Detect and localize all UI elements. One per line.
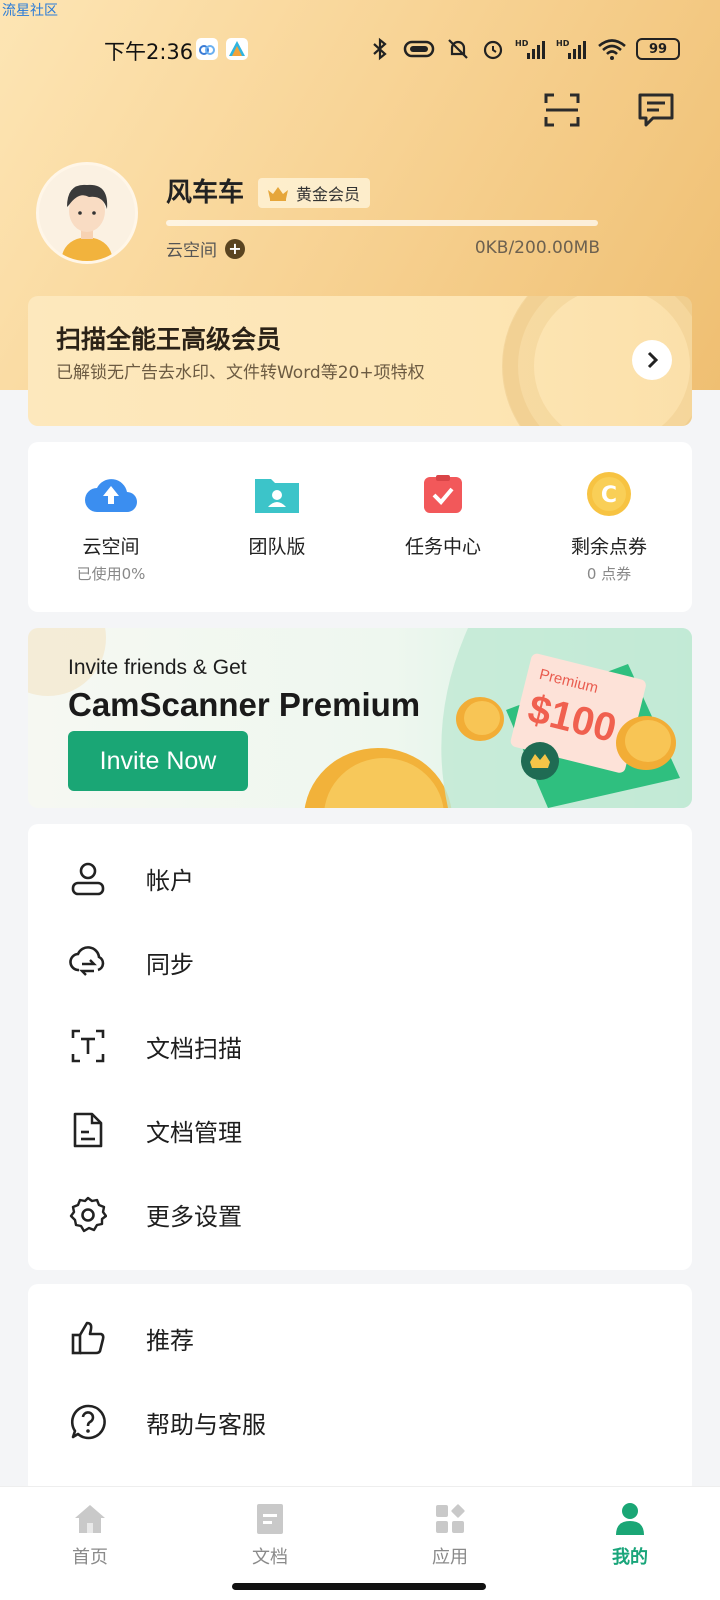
task-check-icon: [415, 470, 471, 518]
svg-text:HD: HD: [515, 39, 529, 48]
support-menu: 推荐 帮助与客服: [28, 1284, 692, 1494]
svg-text:HD: HD: [556, 39, 570, 48]
quick-sub: 0 点券: [586, 565, 632, 583]
storage-usage: 0KB/200.00MB: [474, 238, 600, 258]
team-folder-icon: [249, 470, 305, 518]
watermark: 流星社区: [2, 3, 58, 19]
help-icon: [68, 1402, 108, 1442]
document-icon: [250, 1499, 290, 1539]
signal-icon: HD: [515, 36, 547, 62]
nav-label: 文档: [252, 1547, 288, 1568]
username: 风车车: [166, 178, 245, 208]
premium-subtitle: 已解锁无广告去水印、文件转Word等20+项特权: [56, 363, 425, 383]
quick-item-cloud[interactable]: 云空间 已使用0%: [28, 442, 194, 612]
quick-label: 云空间: [82, 536, 140, 558]
crown-icon: [268, 187, 288, 201]
chevron-right-icon: [647, 351, 659, 369]
quick-sub: 已使用0%: [76, 565, 146, 583]
battery-indicator: 99: [636, 38, 680, 60]
document-icon: [68, 1110, 108, 1150]
nav-tab-home[interactable]: 首页: [0, 1487, 180, 1600]
quick-item-coupons[interactable]: C 剩余点券 0 点券: [526, 442, 692, 612]
nav-label: 我的: [612, 1547, 648, 1568]
menu-label: 推荐: [146, 1326, 194, 1355]
profile-icon: [610, 1499, 650, 1539]
menu-label: 同步: [146, 950, 194, 979]
vip-badge[interactable]: 黄金会员: [258, 178, 371, 208]
menu-item-more-settings[interactable]: 更多设置: [28, 1172, 692, 1256]
avatar[interactable]: [36, 162, 138, 264]
app-notification-icon: [226, 38, 248, 60]
scan-frame-icon: [544, 93, 580, 127]
invite-banner[interactable]: Premium $100 Invite friends & Get CamSca…: [28, 628, 692, 808]
menu-label: 帐户: [146, 866, 194, 895]
menu-item-recommend[interactable]: 推荐: [28, 1296, 692, 1380]
wifi-icon: [597, 36, 627, 62]
nav-label: 应用: [432, 1547, 468, 1568]
menu-item-doc-manage[interactable]: 文档管理: [28, 1088, 692, 1172]
quick-item-tasks[interactable]: 任务中心: [360, 442, 526, 612]
nav-tab-mine[interactable]: 我的: [540, 1487, 720, 1600]
menu-item-sync[interactable]: 同步: [28, 920, 692, 1004]
svg-text:C: C: [601, 483, 617, 508]
signal-icon: HD: [556, 36, 588, 62]
cloud-space-link[interactable]: 云空间 +: [166, 236, 245, 261]
storage-progress-bar: [166, 220, 598, 226]
apps-icon: [430, 1499, 470, 1539]
nav-label: 首页: [72, 1547, 108, 1568]
menu-label: 更多设置: [146, 1202, 242, 1231]
alarm-icon: [480, 36, 506, 62]
scan-text-icon: [68, 1026, 108, 1066]
quick-label: 任务中心: [404, 536, 481, 558]
mute-bell-icon: [445, 36, 471, 62]
add-storage-icon[interactable]: +: [225, 238, 245, 259]
menu-label: 文档管理: [146, 1118, 242, 1147]
scan-qr-button[interactable]: [542, 90, 582, 130]
message-icon: [638, 93, 674, 127]
invite-now-button[interactable]: Invite Now: [68, 731, 248, 791]
settings-menu: 帐户 同步 文档扫描 文档管理 更多设置: [28, 824, 692, 1270]
home-indicator[interactable]: [232, 1583, 486, 1590]
coin-icon: C: [581, 470, 637, 518]
status-bar: 下午2:36 HD HD 99: [0, 30, 720, 70]
cloud-upload-icon: [83, 470, 139, 518]
invite-headline: Invite friends & Get: [68, 656, 247, 679]
premium-membership-card[interactable]: 扫描全能王高级会员 已解锁无广告去水印、文件转Word等20+项特权: [28, 296, 692, 426]
person-icon: [68, 858, 108, 898]
home-icon: [70, 1499, 110, 1539]
vip-label: 黄金会员: [296, 185, 361, 204]
menu-item-doc-scan[interactable]: 文档扫描: [28, 1004, 692, 1088]
app-notification-icon: [196, 38, 218, 60]
quick-actions-card: 云空间 已使用0% 团队版 任务中心 C 剩余点券 0 点券: [28, 442, 692, 612]
messages-button[interactable]: [636, 90, 676, 130]
vibrate-icon: [402, 36, 436, 62]
cloud-space-label: 云空间: [166, 241, 217, 261]
quick-item-team[interactable]: 团队版: [194, 442, 360, 612]
menu-label: 帮助与客服: [146, 1410, 266, 1439]
menu-item-help[interactable]: 帮助与客服: [28, 1380, 692, 1464]
thumbs-up-icon: [68, 1318, 108, 1358]
premium-arrow-button[interactable]: [632, 340, 672, 380]
invite-product: CamScanner Premium: [68, 686, 421, 723]
premium-title: 扫描全能王高级会员: [56, 325, 282, 354]
cloud-sync-icon: [68, 942, 108, 982]
menu-item-account[interactable]: 帐户: [28, 836, 692, 920]
bluetooth-icon: [367, 36, 393, 62]
status-time: 下午2:36: [104, 40, 194, 64]
quick-label: 剩余点券: [570, 536, 647, 558]
gear-icon: [68, 1194, 108, 1234]
avatar-illustration: [39, 165, 135, 261]
quick-label: 团队版: [248, 536, 306, 558]
menu-label: 文档扫描: [146, 1034, 242, 1063]
